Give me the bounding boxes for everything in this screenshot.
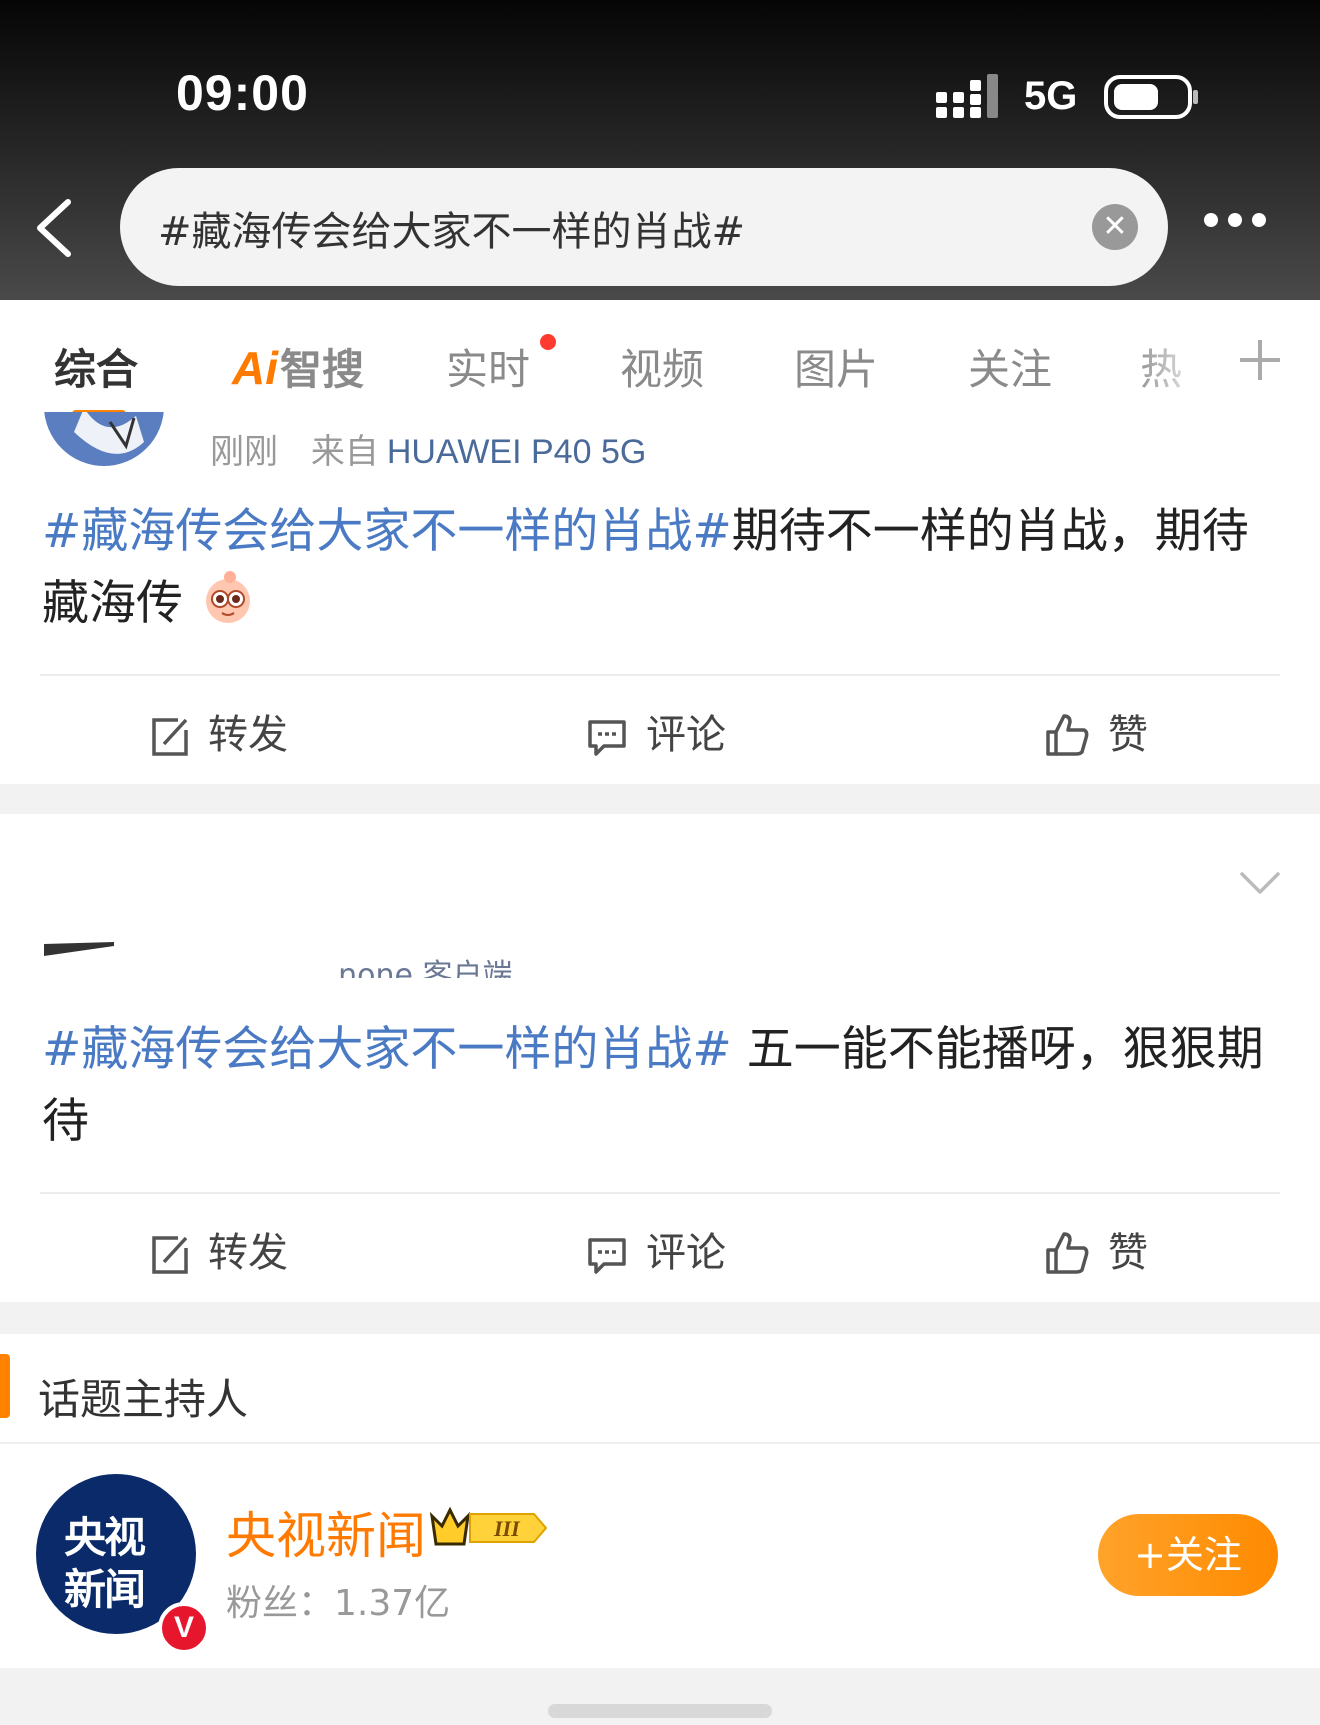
tab-realtime[interactable]: 实时 bbox=[446, 336, 530, 397]
avatar-text-line2: 新闻 bbox=[64, 1565, 146, 1614]
comment-label: 评论 bbox=[646, 1230, 726, 1276]
post-source-fragment: ... none 客户端 bbox=[300, 958, 513, 978]
tab-ai-search[interactable]: Ai智搜 bbox=[232, 336, 364, 397]
verified-badge: V bbox=[158, 1602, 210, 1654]
top-bar: 09:00 5G ✕ bbox=[0, 0, 1320, 300]
back-arrow-icon[interactable] bbox=[30, 196, 78, 260]
clear-icon[interactable]: ✕ bbox=[1092, 204, 1138, 250]
level-label: III bbox=[493, 1516, 521, 1541]
host-name[interactable]: 央视新闻 bbox=[226, 1496, 426, 1568]
repost-button[interactable]: 转发 bbox=[148, 1220, 288, 1278]
chevron-down-icon[interactable] bbox=[1238, 868, 1282, 898]
post-body: #藏海传会给大家不一样的肖战# 五一能不能播呀，狠狠期待 bbox=[42, 1014, 1282, 1158]
network-label: 5G bbox=[1024, 74, 1078, 118]
fans-label: 粉丝： bbox=[226, 1583, 335, 1624]
post-body: #藏海传会给大家不一样的肖战#期待不一样的肖战，期待藏海传 bbox=[42, 496, 1282, 640]
comment-icon bbox=[588, 720, 626, 756]
happy-emoji-icon bbox=[205, 571, 250, 623]
repost-button[interactable]: 转发 bbox=[148, 702, 288, 760]
search-bar[interactable]: ✕ bbox=[120, 168, 1168, 288]
ai-logo: Ai bbox=[232, 342, 278, 394]
avatar[interactable] bbox=[44, 412, 164, 466]
tab-ai-search-label: 智搜 bbox=[280, 345, 365, 394]
repost-icon bbox=[152, 1236, 188, 1274]
like-button[interactable]: 赞 bbox=[1044, 702, 1148, 760]
comment-button[interactable]: 评论 bbox=[586, 702, 726, 760]
like-button[interactable]: 赞 bbox=[1044, 1220, 1148, 1278]
search-input[interactable] bbox=[156, 168, 1080, 288]
follow-button[interactable]: +关注 bbox=[1098, 1514, 1278, 1596]
post-time: 刚刚 bbox=[210, 432, 278, 472]
signal-icon bbox=[936, 74, 998, 118]
like-label: 赞 bbox=[1108, 712, 1148, 758]
battery-icon bbox=[1104, 75, 1198, 119]
section-accent-bar bbox=[0, 1354, 10, 1418]
tab-following[interactable]: 关注 bbox=[968, 336, 1052, 397]
comment-icon bbox=[588, 1238, 626, 1274]
post-meta: 刚刚 来自 HUAWEI P40 5G bbox=[210, 424, 646, 473]
divider bbox=[40, 674, 1280, 676]
divider bbox=[0, 1442, 1320, 1444]
topic-link[interactable]: #藏海传会给大家不一样的肖战# bbox=[42, 504, 732, 559]
repost-label: 转发 bbox=[208, 1230, 288, 1276]
repost-icon bbox=[152, 718, 188, 756]
divider bbox=[40, 1192, 1280, 1194]
fans-count: 粉丝：1.37亿 bbox=[226, 1574, 450, 1626]
tab-fade bbox=[1130, 300, 1220, 410]
tab-comprehensive[interactable]: 综合 bbox=[54, 336, 138, 397]
avatar[interactable] bbox=[44, 942, 114, 956]
comment-button[interactable]: 评论 bbox=[586, 1220, 726, 1278]
section-title: 话题主持人 bbox=[38, 1375, 249, 1424]
comment-label: 评论 bbox=[646, 712, 726, 758]
repost-label: 转发 bbox=[208, 712, 288, 758]
like-label: 赞 bbox=[1108, 1230, 1148, 1276]
status-time: 09:00 bbox=[176, 65, 309, 121]
home-indicator[interactable] bbox=[548, 1704, 772, 1718]
crown-level-icon: III bbox=[430, 1506, 548, 1546]
section-gap bbox=[0, 784, 1320, 814]
add-tab-icon[interactable] bbox=[1236, 336, 1284, 384]
unread-dot bbox=[540, 334, 556, 350]
tab-images[interactable]: 图片 bbox=[794, 336, 878, 397]
section-gap bbox=[0, 1302, 1320, 1334]
post-source-prefix: 来自 bbox=[310, 432, 379, 472]
tab-video[interactable]: 视频 bbox=[620, 336, 704, 397]
post-source[interactable]: HUAWEI P40 5G bbox=[387, 433, 646, 471]
more-options-icon[interactable] bbox=[1204, 212, 1284, 242]
fans-value: 1.37亿 bbox=[334, 1583, 451, 1624]
thumbs-up-icon bbox=[1046, 1232, 1089, 1274]
topic-link[interactable]: #藏海传会给大家不一样的肖战# bbox=[42, 1022, 732, 1077]
thumbs-up-icon bbox=[1046, 714, 1089, 756]
